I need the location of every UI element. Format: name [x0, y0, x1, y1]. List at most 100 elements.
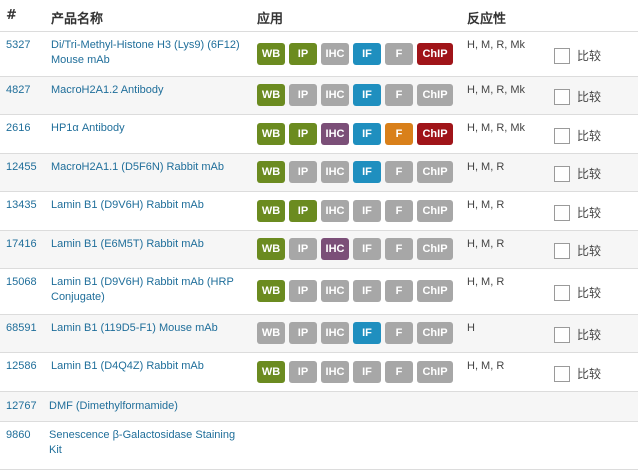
- badge-f[interactable]: F: [385, 200, 413, 222]
- badge-chip[interactable]: ChIP: [417, 280, 453, 302]
- badge-if[interactable]: IF: [353, 280, 381, 302]
- product-name-link[interactable]: MacroH2A1.2 Antibody: [51, 83, 251, 98]
- checkbox-icon[interactable]: [554, 127, 570, 144]
- catalog-number-link[interactable]: 9860: [6, 429, 30, 441]
- catalog-number-link[interactable]: 13435: [6, 199, 37, 211]
- reactivity-text: H, M, R: [467, 199, 505, 211]
- badge-chip[interactable]: ChIP: [417, 322, 453, 344]
- badge-ip[interactable]: IP: [289, 361, 317, 383]
- checkbox-icon[interactable]: [554, 165, 570, 182]
- compare-checkbox[interactable]: 比较: [554, 165, 601, 182]
- compare-checkbox[interactable]: 比较: [554, 365, 601, 382]
- compare-checkbox[interactable]: 比较: [554, 284, 601, 301]
- badge-ip[interactable]: IP: [289, 238, 317, 260]
- product-name-link[interactable]: Di/Tri-Methyl-Histone H3 (Lys9) (6F12) M…: [51, 38, 251, 68]
- badge-wb[interactable]: WB: [257, 361, 285, 383]
- checkbox-icon[interactable]: [554, 47, 570, 64]
- catalog-number-link[interactable]: 4827: [6, 84, 30, 96]
- product-name-link[interactable]: Senescence β-Galactosidase Staining Kit: [49, 428, 244, 458]
- compare-checkbox[interactable]: 比较: [554, 127, 601, 144]
- badge-if[interactable]: IF: [353, 84, 381, 106]
- badge-if[interactable]: IF: [353, 322, 381, 344]
- table-row: 13435 Lamin B1 (D9V6H) Rabbit mAb WB IP IHC I…: [0, 192, 638, 231]
- badge-ihc[interactable]: IHC: [321, 84, 349, 106]
- checkbox-icon[interactable]: [554, 284, 570, 301]
- badge-ihc[interactable]: IHC: [321, 361, 349, 383]
- badge-f[interactable]: F: [385, 238, 413, 260]
- badge-ihc[interactable]: IHC: [321, 322, 349, 344]
- product-name-link[interactable]: MacroH2A1.1 (D5F6N) Rabbit mAb: [51, 160, 251, 175]
- badge-wb[interactable]: WB: [257, 123, 285, 145]
- reactivity-text: H: [467, 322, 475, 334]
- checkbox-icon[interactable]: [554, 204, 570, 221]
- catalog-number-link[interactable]: 12767: [6, 400, 37, 412]
- badge-chip[interactable]: ChIP: [417, 238, 453, 260]
- catalog-number-link[interactable]: 12586: [6, 360, 37, 372]
- product-name-link[interactable]: DMF (Dimethylformamide): [49, 399, 269, 414]
- badge-ihc[interactable]: IHC: [321, 200, 349, 222]
- badge-if[interactable]: IF: [353, 200, 381, 222]
- compare-checkbox[interactable]: 比较: [554, 242, 601, 259]
- badge-if[interactable]: IF: [353, 43, 381, 65]
- catalog-number-link[interactable]: 2616: [6, 122, 30, 134]
- checkbox-icon[interactable]: [554, 88, 570, 105]
- badge-if[interactable]: IF: [353, 161, 381, 183]
- badge-f[interactable]: F: [385, 280, 413, 302]
- compare-checkbox[interactable]: 比较: [554, 88, 601, 105]
- badge-wb[interactable]: WB: [257, 84, 285, 106]
- badge-f[interactable]: F: [385, 361, 413, 383]
- badge-ip[interactable]: IP: [289, 200, 317, 222]
- product-name-link[interactable]: Lamin B1 (D9V6H) Rabbit mAb (HRP Conjuga…: [51, 275, 251, 305]
- badge-chip[interactable]: ChIP: [417, 84, 453, 106]
- badge-ip[interactable]: IP: [289, 84, 317, 106]
- compare-checkbox[interactable]: 比较: [554, 204, 601, 221]
- badge-ip[interactable]: IP: [289, 43, 317, 65]
- badge-chip[interactable]: ChIP: [417, 123, 453, 145]
- badge-ihc[interactable]: IHC: [321, 43, 349, 65]
- reactivity-text: H, M, R: [467, 360, 505, 372]
- catalog-number-link[interactable]: 68591: [6, 322, 37, 334]
- badge-if[interactable]: IF: [353, 361, 381, 383]
- badge-wb[interactable]: WB: [257, 43, 285, 65]
- badge-ihc[interactable]: IHC: [321, 161, 349, 183]
- checkbox-icon[interactable]: [554, 326, 570, 343]
- badge-ihc[interactable]: IHC: [321, 238, 349, 260]
- product-name-link[interactable]: Lamin B1 (D4Q4Z) Rabbit mAb: [51, 359, 251, 374]
- badge-chip[interactable]: ChIP: [417, 43, 453, 65]
- product-name-link[interactable]: Lamin B1 (119D5-F1) Mouse mAb: [51, 321, 251, 336]
- catalog-number-link[interactable]: 12455: [6, 161, 37, 173]
- badge-wb[interactable]: WB: [257, 238, 285, 260]
- compare-checkbox[interactable]: 比较: [554, 47, 601, 64]
- catalog-number-link[interactable]: 5327: [6, 39, 30, 51]
- product-name-link[interactable]: HP1α Antibody: [51, 121, 251, 136]
- badge-chip[interactable]: ChIP: [417, 161, 453, 183]
- badge-ip[interactable]: IP: [289, 161, 317, 183]
- badge-wb[interactable]: WB: [257, 322, 285, 344]
- checkbox-icon[interactable]: [554, 242, 570, 259]
- product-name-link[interactable]: Lamin B1 (D9V6H) Rabbit mAb: [51, 198, 251, 213]
- badge-f[interactable]: F: [385, 322, 413, 344]
- table-row: 4827 MacroH2A1.2 Antibody WB IP IHC IF F ChIP H,…: [0, 77, 638, 115]
- badge-if[interactable]: IF: [353, 123, 381, 145]
- catalog-number-link[interactable]: 15068: [6, 276, 37, 288]
- badge-f[interactable]: F: [385, 43, 413, 65]
- badge-ip[interactable]: IP: [289, 123, 317, 145]
- badge-wb[interactable]: WB: [257, 280, 285, 302]
- badge-wb[interactable]: WB: [257, 200, 285, 222]
- badge-ip[interactable]: IP: [289, 280, 317, 302]
- compare-checkbox[interactable]: 比较: [554, 326, 601, 343]
- badge-if[interactable]: IF: [353, 238, 381, 260]
- product-name-link[interactable]: Lamin B1 (E6M5T) Rabbit mAb: [51, 237, 251, 252]
- application-badges: WB IP IHC IF F ChIP: [257, 84, 453, 106]
- badge-f[interactable]: F: [385, 123, 413, 145]
- badge-chip[interactable]: ChIP: [417, 200, 453, 222]
- badge-chip[interactable]: ChIP: [417, 361, 453, 383]
- catalog-number-link[interactable]: 17416: [6, 238, 37, 250]
- badge-f[interactable]: F: [385, 161, 413, 183]
- checkbox-icon[interactable]: [554, 365, 570, 382]
- badge-ihc[interactable]: IHC: [321, 123, 349, 145]
- badge-f[interactable]: F: [385, 84, 413, 106]
- badge-wb[interactable]: WB: [257, 161, 285, 183]
- badge-ip[interactable]: IP: [289, 322, 317, 344]
- badge-ihc[interactable]: IHC: [321, 280, 349, 302]
